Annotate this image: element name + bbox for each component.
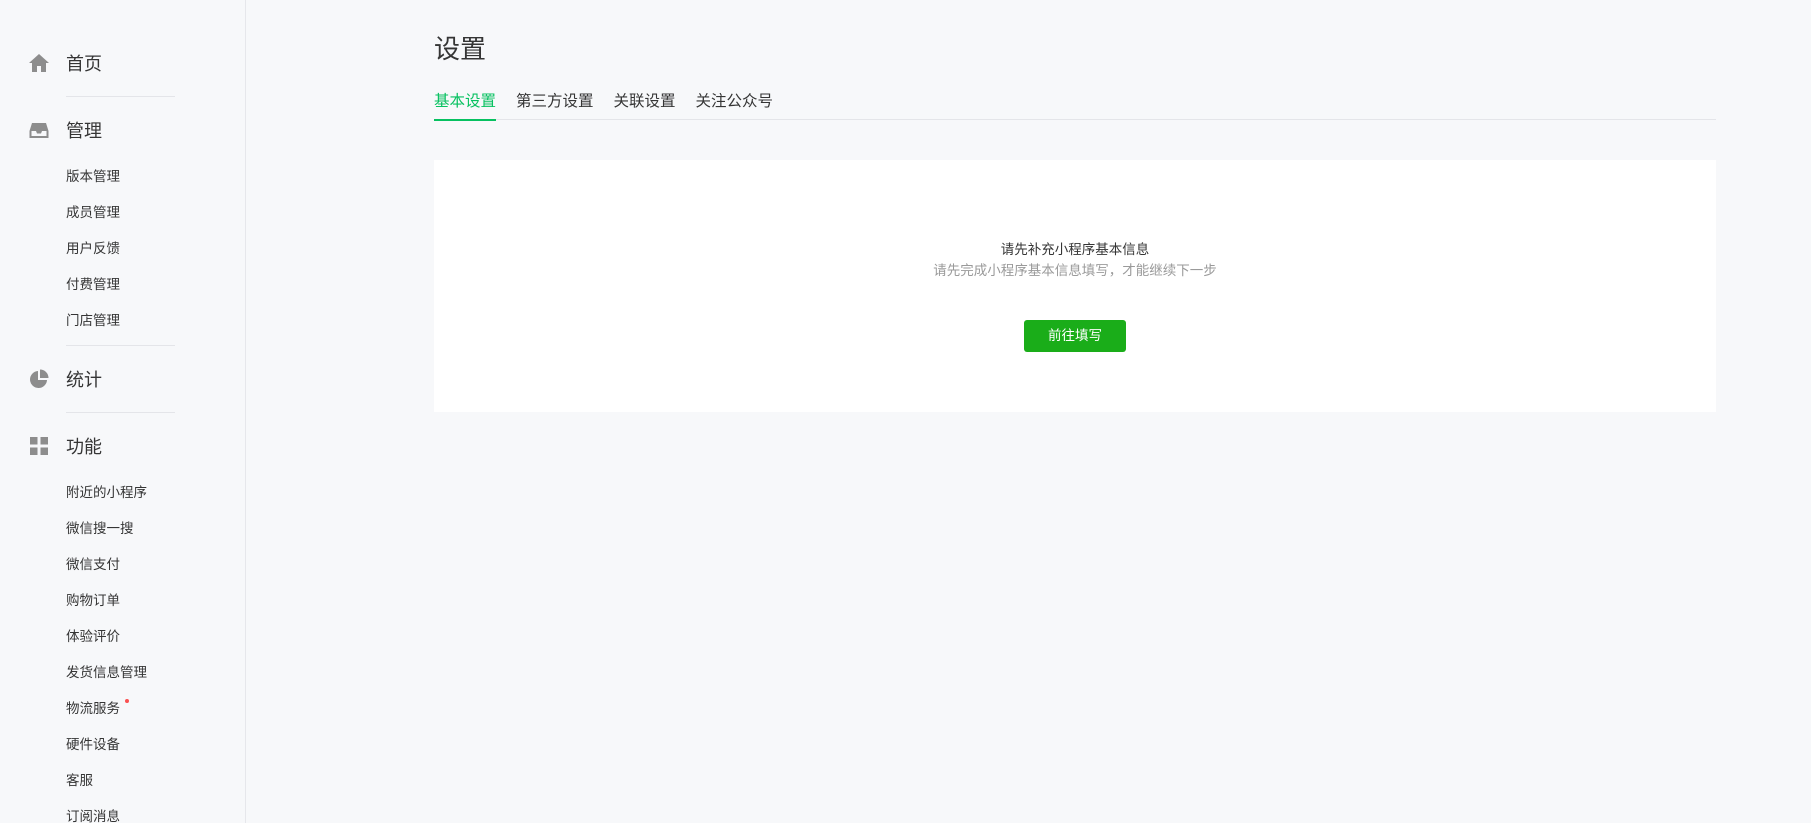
nav-section-features: 功能 附近的小程序 微信搜一搜 微信支付 购物订单 体验评价 发货信息管理 物流… <box>0 423 245 823</box>
sidebar-item-experience-reviews[interactable]: 体验评价 <box>0 619 245 655</box>
sidebar-item-label: 功能 <box>66 437 102 458</box>
sidebar-item-features[interactable]: 功能 <box>0 423 245 469</box>
pie-chart-icon <box>28 368 50 390</box>
tab-association-settings[interactable]: 关联设置 <box>614 90 676 120</box>
nav-section-manage: 管理 版本管理 成员管理 用户反馈 付费管理 门店管理 <box>0 107 245 346</box>
card-title: 请先补充小程序基本信息 <box>1000 242 1150 258</box>
grid-icon <box>28 435 50 457</box>
divider <box>66 96 175 97</box>
tab-follow-official-account[interactable]: 关注公众号 <box>696 90 774 120</box>
inbox-icon <box>28 119 50 141</box>
sidebar-item-logistics-service[interactable]: 物流服务 <box>0 691 245 727</box>
go-fill-button[interactable]: 前往填写 <box>1024 320 1126 352</box>
sidebar-item-store-management[interactable]: 门店管理 <box>0 303 245 339</box>
sidebar-item-shipping-info-management[interactable]: 发货信息管理 <box>0 655 245 691</box>
sidebar-item-stats[interactable]: 统计 <box>0 356 245 402</box>
page-title: 设置 <box>434 35 487 65</box>
nav-section-home: 首页 <box>0 40 245 97</box>
new-badge-dot <box>125 699 129 703</box>
sidebar-item-manage[interactable]: 管理 <box>0 107 245 153</box>
divider <box>66 412 175 413</box>
home-icon <box>28 52 50 74</box>
sidebar-item-customer-service[interactable]: 客服 <box>0 763 245 799</box>
sidebar-item-subscription-messages[interactable]: 订阅消息 <box>0 799 245 823</box>
sidebar-item-home[interactable]: 首页 <box>0 40 245 86</box>
card-description: 请先完成小程序基本信息填写，才能继续下一步 <box>933 263 1217 279</box>
sidebar-item-label: 首页 <box>66 54 102 75</box>
sidebar-item-version-management[interactable]: 版本管理 <box>0 159 245 195</box>
sidebar-item-label: 统计 <box>66 370 102 391</box>
tab-third-party-settings[interactable]: 第三方设置 <box>516 90 594 120</box>
sidebar-item-label: 管理 <box>66 121 102 142</box>
sidebar-item-wechat-pay[interactable]: 微信支付 <box>0 547 245 583</box>
sidebar-item-hardware-devices[interactable]: 硬件设备 <box>0 727 245 763</box>
features-submenu: 附近的小程序 微信搜一搜 微信支付 购物订单 体验评价 发货信息管理 物流服务 … <box>0 469 245 823</box>
sidebar-item-payment-management[interactable]: 付费管理 <box>0 267 245 303</box>
sidebar-item-shopping-orders[interactable]: 购物订单 <box>0 583 245 619</box>
divider <box>66 345 175 346</box>
app-window: 首页 管理 版本管理 成员管理 用户反馈 付费管理 门店管理 统计 功能 附近的… <box>0 0 1811 823</box>
sidebar-item-wechat-search[interactable]: 微信搜一搜 <box>0 511 245 547</box>
sidebar-item-nearby-miniprograms[interactable]: 附近的小程序 <box>0 475 245 511</box>
nav-section-stats: 统计 <box>0 356 245 413</box>
sidebar: 首页 管理 版本管理 成员管理 用户反馈 付费管理 门店管理 统计 功能 附近的… <box>0 0 246 823</box>
sidebar-item-label: 物流服务 <box>66 701 120 717</box>
sidebar-item-member-management[interactable]: 成员管理 <box>0 195 245 231</box>
sidebar-item-user-feedback[interactable]: 用户反馈 <box>0 231 245 267</box>
settings-tabs: 基本设置 第三方设置 关联设置 关注公众号 <box>434 90 1716 121</box>
basic-info-card: 请先补充小程序基本信息 请先完成小程序基本信息填写，才能继续下一步 前往填写 <box>434 160 1716 412</box>
tab-basic-settings[interactable]: 基本设置 <box>434 90 497 121</box>
main-content: 设置 基本设置 第三方设置 关联设置 关注公众号 请先补充小程序基本信息 请先完… <box>434 0 1716 412</box>
manage-submenu: 版本管理 成员管理 用户反馈 付费管理 门店管理 <box>0 153 245 343</box>
